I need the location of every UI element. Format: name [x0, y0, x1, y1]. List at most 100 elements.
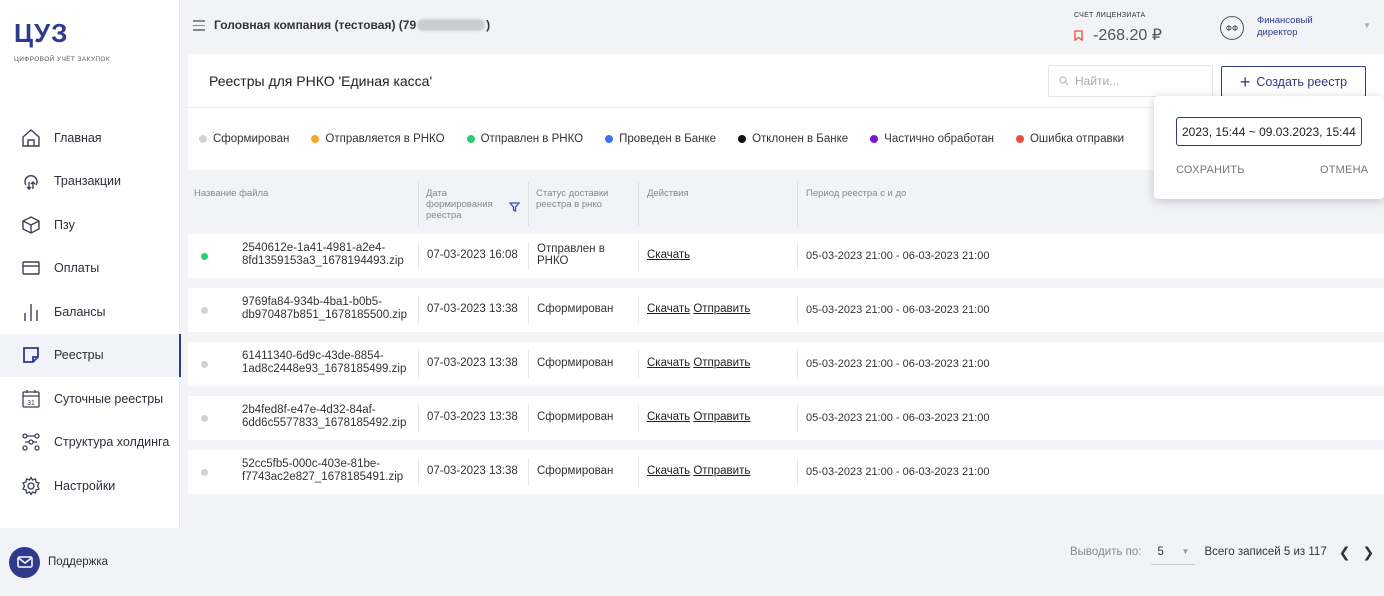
- send-link[interactable]: Отправить: [693, 411, 750, 423]
- legend-item: Отправлен в РНКО: [466, 133, 584, 145]
- save-button[interactable]: СОХРАНИТЬ: [1176, 164, 1245, 176]
- delivery-status: Сформирован: [537, 411, 614, 423]
- delivery-status: Сформирован: [537, 303, 614, 315]
- per-page-select[interactable]: 5 ▼: [1151, 539, 1196, 565]
- row-actions: Скачать Отправить: [647, 465, 750, 477]
- sidebar-item-payments[interactable]: Оплаты: [0, 247, 180, 291]
- create-registry-button[interactable]: + Создать реестр: [1221, 66, 1366, 97]
- sidebar-item-holding-structure[interactable]: Структура холдинга: [0, 421, 180, 465]
- transactions-icon: [20, 170, 42, 192]
- registry-period: 05-03-2023 21:00 - 06-03-2023 21:00: [806, 412, 990, 424]
- legend-label: Отправлен в РНКО: [480, 133, 584, 145]
- column-header-status[interactable]: Статус доставки реестра в рнко: [536, 188, 616, 210]
- column-divider: [797, 182, 798, 226]
- sidebar-item-settings[interactable]: Настройки: [0, 464, 180, 508]
- sidebar-item-pzu[interactable]: Пзу: [0, 203, 180, 247]
- status-dot: [605, 135, 614, 143]
- cell-divider: [638, 404, 639, 432]
- registry-period: 05-03-2023 21:00 - 06-03-2023 21:00: [806, 250, 990, 262]
- sidebar-item-label: Суточные реестры: [54, 391, 164, 406]
- blurred-phone: [417, 19, 486, 31]
- user-role[interactable]: Финансовый директор: [1257, 15, 1327, 39]
- chevron-right-icon[interactable]: ❯: [1362, 544, 1374, 561]
- sidebar-item-balances[interactable]: Балансы: [0, 290, 180, 334]
- license-balance: -268.20 ₽: [1074, 25, 1162, 45]
- cell-divider: [638, 350, 639, 378]
- send-link[interactable]: Отправить: [693, 303, 750, 315]
- legend-item: Проведен в Банке: [605, 133, 716, 145]
- download-link[interactable]: Скачать: [647, 303, 690, 315]
- status-dot: [1015, 135, 1024, 143]
- table-row: 61411340-6d9c-43de-8854-1ad8c2448e93_167…: [188, 342, 1384, 386]
- filter-icon[interactable]: [509, 202, 520, 212]
- sidebar-item-daily-registries[interactable]: 31 Суточные реестры: [0, 377, 180, 421]
- cell-divider: [797, 242, 798, 270]
- send-link[interactable]: Отправить: [693, 465, 750, 477]
- per-page-label: Выводить по:: [1070, 546, 1142, 558]
- date-range-input[interactable]: 2023, 15:44 ~ 09.03.2023, 15:44: [1176, 117, 1362, 146]
- legend-item: Отправляется в РНКО: [311, 133, 445, 145]
- download-link[interactable]: Скачать: [647, 411, 690, 423]
- note-icon: [20, 344, 42, 366]
- delivery-status: Сформирован: [537, 357, 614, 369]
- column-header-date[interactable]: Дата формирования реестра: [426, 188, 498, 221]
- legend-label: Ошибка отправки: [1029, 133, 1125, 145]
- cancel-button[interactable]: ОТМЕНА: [1320, 164, 1368, 176]
- search-placeholder: Найти...: [1075, 74, 1120, 88]
- created-date: 07-03-2023 16:08: [427, 249, 518, 261]
- status-dot: [201, 469, 208, 476]
- column-divider: [418, 182, 419, 226]
- cell-divider: [418, 350, 419, 378]
- bookmark-icon: [1074, 29, 1083, 41]
- create-registry-label: Создать реестр: [1256, 74, 1348, 89]
- table-row: 9769fa84-934b-4ba1-b0b5-db970487b851_167…: [188, 288, 1384, 332]
- column-header-actions: Действия: [647, 188, 689, 199]
- company-selector[interactable]: Головная компания (тестовая) (79): [214, 18, 490, 32]
- download-link[interactable]: Скачать: [647, 357, 690, 369]
- sidebar-nav: Главная Транзакции Пзу Оплаты Балансы Ре…: [0, 116, 181, 508]
- sidebar: ЦУЗ ЦИФРОВОЙ УЧЁТ ЗАКУПОК Главная Транза…: [0, 0, 181, 596]
- home-icon: [20, 127, 42, 149]
- sidebar-item-home[interactable]: Главная: [0, 116, 180, 160]
- cell-divider: [528, 404, 529, 432]
- sidebar-item-label: Главная: [54, 130, 102, 145]
- delivery-status: Отправлен в РНКО: [537, 243, 605, 267]
- legend-item: Отклонен в Банке: [738, 133, 848, 145]
- calendar-icon: 31: [20, 388, 42, 410]
- cell-divider: [638, 458, 639, 486]
- sidebar-item-label: Балансы: [54, 304, 106, 319]
- cell-divider: [418, 296, 419, 324]
- avatar[interactable]: ФФ: [1220, 16, 1244, 40]
- send-link[interactable]: Отправить: [693, 357, 750, 369]
- row-actions: Скачать Отправить: [647, 303, 750, 315]
- cell-divider: [797, 458, 798, 486]
- download-link[interactable]: Скачать: [647, 465, 690, 477]
- table-row: 2540612e-1a41-4981-a2e4-8fd1359153a3_167…: [188, 234, 1384, 278]
- status-dot: [466, 135, 475, 143]
- registry-period: 05-03-2023 21:00 - 06-03-2023 21:00: [806, 304, 990, 316]
- menu-icon[interactable]: [193, 20, 205, 31]
- top-bar: Головная компания (тестовая) (79) СЧЕТ Л…: [181, 0, 1384, 54]
- download-link[interactable]: Скачать: [647, 249, 690, 261]
- chevron-down-icon[interactable]: ▼: [1363, 21, 1371, 30]
- cell-divider: [418, 242, 419, 270]
- file-name: 2b4fed8f-e47e-4d32-84af-6dd6c5577833_167…: [242, 404, 407, 429]
- chevron-left-icon[interactable]: ❮: [1339, 544, 1351, 561]
- column-header-file[interactable]: Название файла: [194, 188, 268, 199]
- sidebar-item-label: Пзу: [54, 217, 75, 232]
- bars-icon: [20, 301, 42, 323]
- delivery-status: Сформирован: [537, 465, 614, 477]
- status-dot: [201, 307, 208, 314]
- cell-divider: [528, 350, 529, 378]
- sidebar-item-registries[interactable]: Реестры: [0, 333, 181, 377]
- legend-item: Сформирован: [199, 133, 289, 145]
- pagination: Выводить по: 5 ▼ Всего записей 5 из 117 …: [1070, 538, 1374, 566]
- registry-period: 05-03-2023 21:00 - 06-03-2023 21:00: [806, 466, 990, 478]
- status-dot: [201, 253, 208, 260]
- sidebar-item-transactions[interactable]: Транзакции: [0, 160, 180, 204]
- search-input[interactable]: Найти...: [1048, 65, 1213, 97]
- app-logo[interactable]: ЦУЗ: [14, 18, 68, 49]
- card-icon: [20, 257, 42, 279]
- status-dot: [201, 415, 208, 422]
- support-button[interactable]: Поддержка: [0, 528, 180, 596]
